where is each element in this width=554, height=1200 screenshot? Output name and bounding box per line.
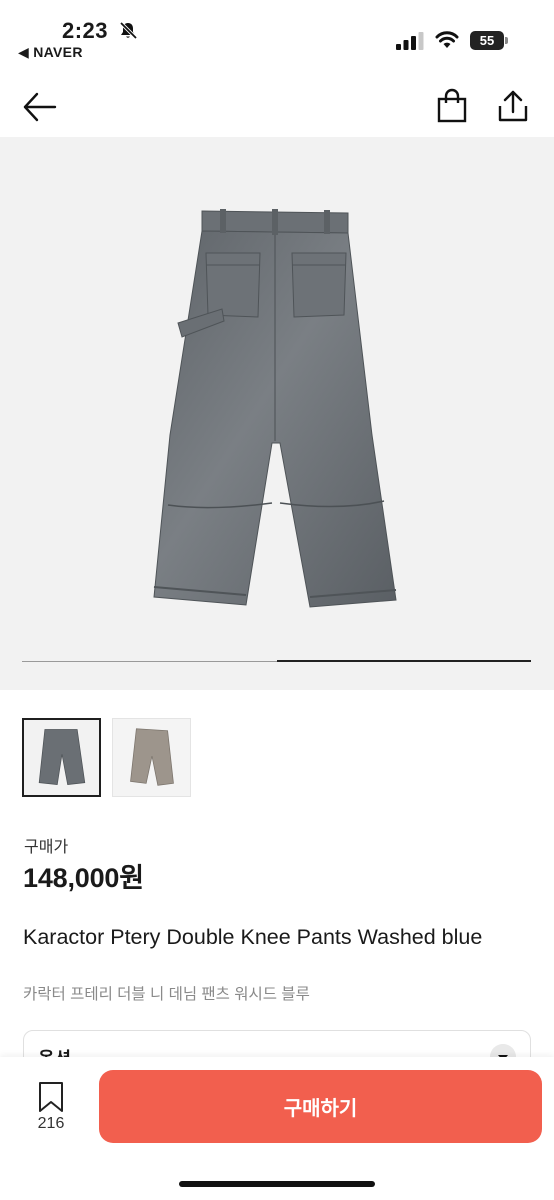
thumbnail-washed-blue[interactable] [22,718,101,797]
bell-off-icon [119,21,138,40]
battery-icon: 55 [470,31,508,50]
price-label: 구매가 [24,839,69,856]
status-bar: 2:23 ◀ NAVER 55 [0,0,554,70]
battery-level-text: 55 [479,33,495,48]
bottom-action-bar: 216 구매하기 [0,1057,554,1200]
wishlist-button[interactable]: 216 [30,1079,72,1139]
shopping-bag-icon[interactable] [436,88,468,124]
cellular-signal-icon [396,32,424,50]
carousel-progress-track [22,660,531,662]
top-nav [0,80,554,134]
status-time: 2:23 [62,18,109,43]
bookmark-icon [39,1082,63,1112]
product-image-carousel[interactable] [0,137,554,690]
thumbnail-jeans-image [24,720,99,795]
wifi-icon [435,31,459,48]
product-title: Karactor Ptery Double Knee Pants Washed … [23,925,483,949]
thumbnail-washed-grey[interactable] [112,718,191,797]
back-to-app-link[interactable]: ◀ NAVER [18,44,83,61]
thumbnail-jeans-image [113,719,190,796]
share-icon[interactable] [496,88,530,124]
product-subtitle: 카락터 프테리 더블 니 데님 팬츠 워시드 블루 [23,986,310,1003]
wishlist-count: 216 [37,1115,65,1132]
product-image-jeans [153,209,397,608]
price-value: 148,000원 [23,863,144,893]
carousel-progress-fill [276,660,531,662]
buy-button[interactable]: 구매하기 [99,1070,542,1143]
arrow-left-icon[interactable] [22,90,58,124]
thumbnail-strip [22,718,222,798]
home-indicator[interactable] [179,1181,375,1187]
